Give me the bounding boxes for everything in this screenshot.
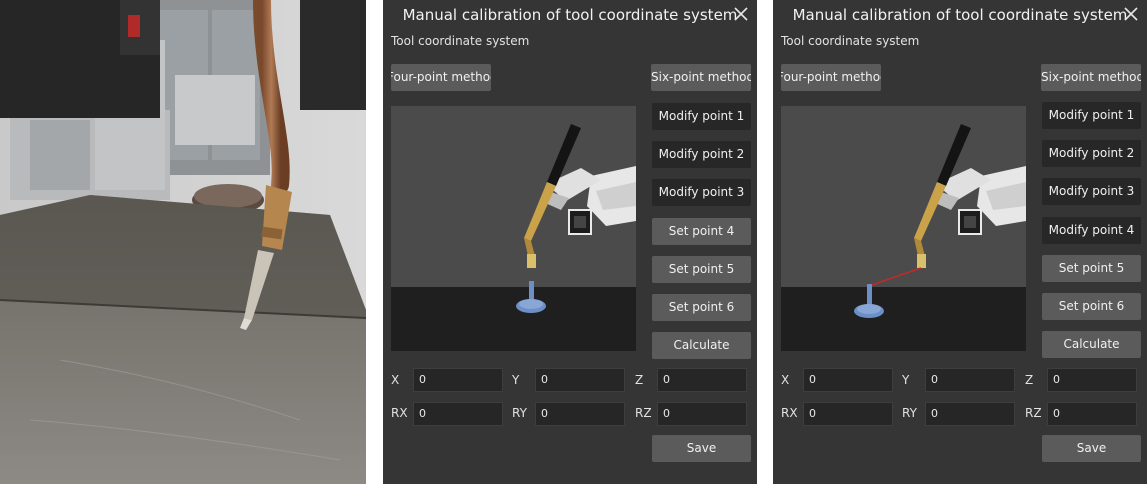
point-2-button[interactable]: Modify point 2 — [1042, 140, 1141, 167]
z-label: Z — [1025, 373, 1034, 387]
point-1-button[interactable]: Modify point 1 — [652, 103, 751, 130]
four-point-method-button[interactable]: Four-point method — [391, 64, 491, 91]
point-2-button[interactable]: Modify point 2 — [652, 141, 751, 168]
calibration-dialog-1: Manual calibration of tool coordinate sy… — [383, 0, 757, 484]
ry-field[interactable]: 0 — [925, 402, 1015, 426]
y-field[interactable]: 0 — [925, 368, 1015, 392]
four-point-method-button[interactable]: Four-point method — [781, 64, 881, 91]
rx-field[interactable]: 0 — [413, 402, 503, 426]
rz-field[interactable]: 0 — [657, 402, 747, 426]
close-icon[interactable] — [731, 4, 751, 24]
rz-label: RZ — [1025, 406, 1042, 420]
y-label: Y — [512, 373, 520, 387]
point-4-button[interactable]: Set point 4 — [652, 218, 751, 245]
calibration-dialog-2: Manual calibration of tool coordinate sy… — [773, 0, 1147, 484]
rx-label: RX — [781, 406, 798, 420]
save-button[interactable]: Save — [652, 435, 751, 462]
point-3-button[interactable]: Modify point 3 — [1042, 178, 1141, 205]
rx-field[interactable]: 0 — [803, 402, 893, 426]
welding-torch-photo — [0, 0, 366, 484]
ry-field[interactable]: 0 — [535, 402, 625, 426]
3d-preview-viewport — [391, 106, 636, 351]
point-4-button[interactable]: Modify point 4 — [1042, 217, 1141, 244]
ry-label: RY — [902, 406, 917, 420]
3d-preview-viewport — [781, 106, 1026, 351]
close-icon[interactable] — [1121, 4, 1141, 24]
z-label: Z — [635, 373, 644, 387]
point-5-button[interactable]: Set point 5 — [652, 256, 751, 283]
ry-label: RY — [512, 406, 527, 420]
point-5-button[interactable]: Set point 5 — [1042, 255, 1141, 282]
six-point-method-button[interactable]: Six-point method — [1041, 64, 1141, 91]
x-field[interactable]: 0 — [413, 368, 503, 392]
rz-field[interactable]: 0 — [1047, 402, 1137, 426]
z-field[interactable]: 0 — [657, 368, 747, 392]
y-field[interactable]: 0 — [535, 368, 625, 392]
point-1-button[interactable]: Modify point 1 — [1042, 102, 1141, 129]
save-button[interactable]: Save — [1042, 435, 1141, 462]
point-6-button[interactable]: Set point 6 — [1042, 293, 1141, 320]
six-point-method-button[interactable]: Six-point method — [651, 64, 751, 91]
point-6-button[interactable]: Set point 6 — [652, 294, 751, 321]
x-label: X — [781, 373, 790, 387]
calculate-button[interactable]: Calculate — [1042, 331, 1141, 358]
rz-label: RZ — [635, 406, 652, 420]
section-label: Tool coordinate system — [781, 34, 920, 48]
z-field[interactable]: 0 — [1047, 368, 1137, 392]
x-field[interactable]: 0 — [803, 368, 893, 392]
dialog-title: Manual calibration of tool coordinate sy… — [402, 6, 738, 24]
section-label: Tool coordinate system — [391, 34, 530, 48]
calculate-button[interactable]: Calculate — [652, 332, 751, 359]
rx-label: RX — [391, 406, 408, 420]
y-label: Y — [902, 373, 910, 387]
dialog-title: Manual calibration of tool coordinate sy… — [792, 6, 1128, 24]
point-3-button[interactable]: Modify point 3 — [652, 179, 751, 206]
x-label: X — [391, 373, 400, 387]
